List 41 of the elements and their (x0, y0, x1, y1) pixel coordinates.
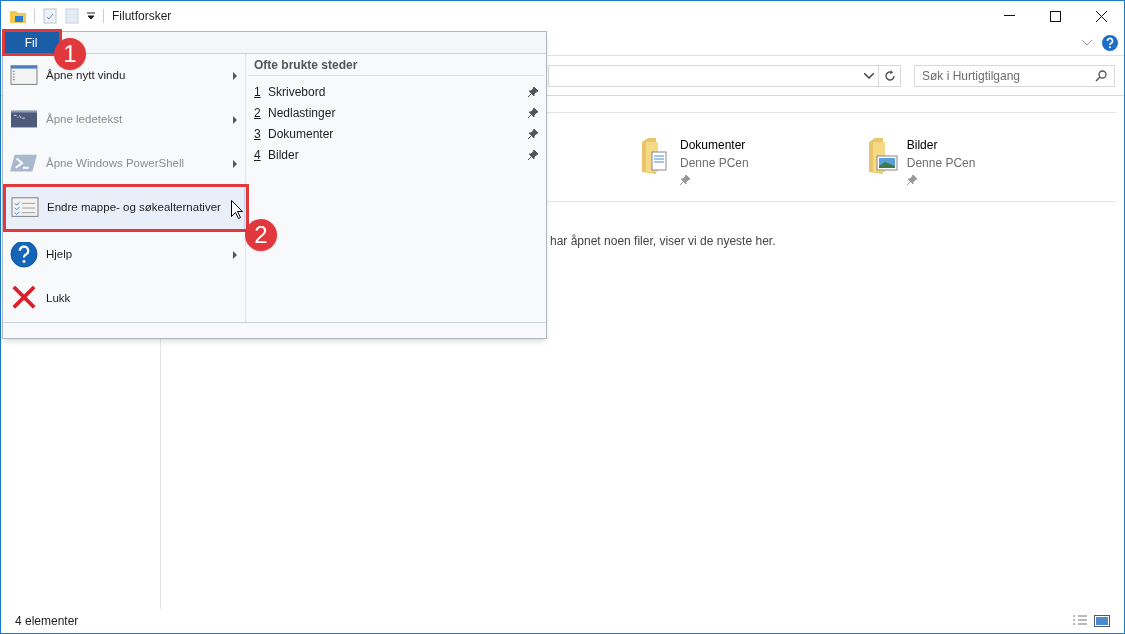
section-heading: Ofte brukte steder (254, 56, 358, 74)
help-icon (9, 242, 39, 268)
folder-location: Denne PCen (680, 155, 749, 172)
file-tab[interactable]: Fil (3, 32, 59, 54)
maximize-icon (1049, 10, 1061, 22)
folder-name[interactable]: Dokumenter (680, 136, 749, 154)
thumbnail-view-icon[interactable] (1094, 615, 1110, 627)
submenu-arrow-icon (233, 251, 237, 259)
frequent-place[interactable]: 1 Skrivebord (246, 81, 546, 102)
window-title: Filutforsker (112, 8, 172, 25)
search-icon (1095, 69, 1107, 82)
pin-icon[interactable] (528, 128, 538, 139)
pin-icon (906, 175, 917, 185)
menu-item[interactable]: Hjelp (3, 233, 245, 277)
pin-icon[interactable] (528, 107, 538, 118)
folder-icon[interactable] (868, 136, 899, 176)
submenu-arrow-icon (233, 72, 237, 80)
pin-icon (680, 175, 690, 185)
folder-location: Denne PCen (906, 155, 976, 172)
submenu-arrow-icon (233, 160, 237, 168)
pin-icon[interactable] (528, 86, 538, 97)
minimize-icon (1003, 15, 1015, 17)
frequent-place[interactable]: 3 Dokumenter (246, 123, 546, 144)
chevron-down-icon[interactable] (864, 72, 874, 79)
refresh-icon (883, 69, 896, 82)
search-field[interactable]: Søk i Hurtigtilgang (914, 64, 1115, 87)
folder-name[interactable]: Bilder (906, 136, 976, 154)
help-icon[interactable] (1102, 35, 1118, 51)
frequent-place[interactable]: 2 Nedlastinger (246, 102, 546, 123)
frequent-place[interactable]: 4 Bilder (246, 144, 546, 165)
refresh-button[interactable] (879, 64, 901, 87)
folder-icon (10, 9, 26, 23)
recent-files-hint: har åpnet noen filer, viser vi de nyeste her. (550, 234, 776, 248)
dropdown-icon[interactable] (87, 12, 95, 20)
pin-icon[interactable] (528, 149, 538, 160)
menu-item[interactable]: Lukk (3, 277, 245, 321)
mouse-cursor-icon (231, 200, 243, 219)
menu-item[interactable]: Endre mappe- og søkealternativer (3, 186, 245, 230)
close-icon (1095, 10, 1107, 22)
item-count: 4 elementer (15, 613, 79, 630)
submenu-arrow-icon (233, 116, 237, 124)
